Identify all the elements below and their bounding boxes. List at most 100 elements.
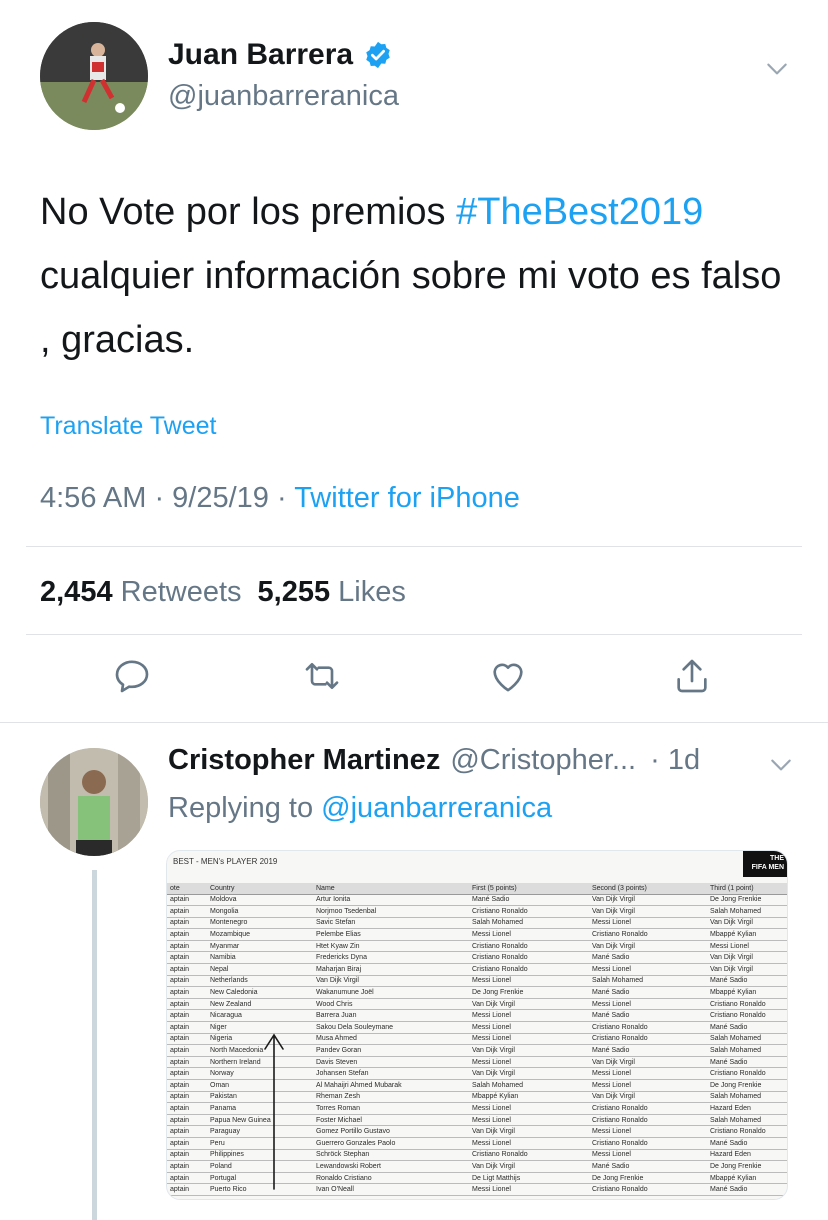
hashtag-link[interactable]: #TheBest2019	[456, 191, 703, 233]
table-row: aptain Mongolia Norjmoo Tsedenbal Cristiano…	[167, 905, 787, 918]
reply-timestamp: · 1d	[650, 744, 701, 776]
table-cell: Mané Sadio	[707, 1183, 787, 1196]
logo-text: THE	[770, 855, 784, 862]
translate-tweet-link[interactable]: Translate Tweet	[40, 412, 216, 441]
table-cell: Van Dijk Virgil	[469, 1067, 589, 1080]
table-cell: Montenegro	[207, 917, 313, 930]
likes-stat[interactable]: 5,255 Likes	[258, 576, 406, 608]
table-row: aptain New Zealand Wood Chris Van Dijk Virg…	[167, 998, 787, 1011]
table-cell: Rheman Zesh	[313, 1091, 469, 1104]
table-cell: Schröck Stephan	[313, 1149, 469, 1162]
column-header: ote	[167, 883, 207, 895]
table-cell: aptain	[167, 1183, 207, 1196]
table-row: aptain Montenegro Savic Stefan Salah Mohame…	[167, 917, 787, 930]
table-cell: Cristiano Ronaldo	[589, 1033, 707, 1046]
table-cell: Van Dijk Virgil	[707, 951, 787, 965]
chevron-down-icon[interactable]	[764, 56, 790, 82]
table-cell: Wood Chris	[313, 998, 469, 1011]
replying-mention-link[interactable]: @juanbarreranica	[321, 792, 552, 824]
table-cell: De Jong Frenkie	[707, 1079, 787, 1092]
table-cell: De Jong Frenkie	[469, 986, 589, 999]
table-cell: aptain	[167, 1172, 207, 1185]
table-cell: aptain	[167, 1114, 207, 1127]
table-cell: Namibia	[207, 951, 313, 965]
table-row: aptain Myanmar Htet Kyaw Zin Cristiano Rona…	[167, 940, 787, 953]
table-cell: Mané Sadio	[707, 1137, 787, 1150]
table-row: aptain New Caledonia Wakanumune Joël De Jon…	[167, 986, 787, 999]
table-cell: Salah Mohamed	[469, 1079, 589, 1092]
table-cell: Van Dijk Virgil	[469, 1125, 589, 1138]
table-cell: Maharjan Biraj	[313, 963, 469, 976]
table-cell: aptain	[167, 940, 207, 953]
table-row: aptain Mozambique Pelembe Elias Messi Lione…	[167, 928, 787, 941]
table-cell: aptain	[167, 1044, 207, 1057]
replying-prefix: Replying to	[168, 792, 322, 824]
table-cell: Cristiano Ronaldo	[469, 963, 589, 976]
table-cell: Van Dijk Virgil	[589, 1091, 707, 1104]
table-cell: aptain	[167, 1137, 207, 1150]
table-cell: Messi Lionel	[589, 917, 707, 930]
reply-author-avatar[interactable]	[40, 748, 148, 856]
table-cell: aptain	[167, 905, 207, 918]
divider	[26, 634, 802, 635]
table-cell: Messi Lionel	[469, 1183, 589, 1196]
table-cell: Messi Lionel	[589, 963, 707, 976]
tweet-source-link[interactable]: Twitter for iPhone	[294, 482, 520, 514]
author-handle[interactable]: @juanbarreranica	[168, 80, 399, 113]
author-name[interactable]: Juan Barrera	[168, 38, 353, 72]
table-cell: Wakanumune Joël	[313, 986, 469, 999]
table-cell: Nepal	[207, 963, 313, 976]
chevron-down-icon[interactable]	[768, 752, 794, 778]
reply-author-handle[interactable]: @Cristopher...	[450, 744, 636, 777]
retweet-icon[interactable]	[298, 652, 346, 700]
like-icon[interactable]	[484, 652, 532, 700]
table-cell: Sakou Dela Souleymane	[313, 1021, 469, 1034]
hand-drawn-arrow	[264, 1033, 284, 1190]
table-cell: Ivan O'Neall	[313, 1183, 469, 1196]
table-cell: Netherlands	[207, 975, 313, 988]
table-cell: Davis Steven	[313, 1056, 469, 1069]
table-cell: Messi Lionel	[469, 1114, 589, 1127]
table-cell: Van Dijk Virgil	[707, 917, 787, 930]
table-cell: aptain	[167, 986, 207, 999]
table-cell: Salah Mohamed	[707, 905, 787, 918]
table-cell: Guerrero Gonzales Paolo	[313, 1137, 469, 1150]
table-cell: aptain	[167, 1102, 207, 1115]
table-cell: aptain	[167, 917, 207, 930]
table-cell: Fredericks Dyna	[313, 951, 469, 965]
table-cell: Cristiano Ronaldo	[469, 951, 589, 965]
table-cell: De Jong Frenkie	[707, 1160, 787, 1173]
table-cell: Pelembe Elias	[313, 928, 469, 941]
share-icon[interactable]	[668, 652, 716, 700]
table-cell: Cristiano Ronaldo	[589, 1114, 707, 1127]
table-cell: aptain	[167, 963, 207, 976]
table-cell: Messi Lionel	[589, 998, 707, 1011]
table-cell: Mbappé Kylian	[707, 928, 787, 941]
table-row: aptain Moldova Artur Ionita Mané Sadio Van D…	[167, 894, 787, 907]
column-header: Country	[207, 883, 313, 895]
thread-line	[92, 870, 97, 1220]
divider	[26, 546, 802, 547]
table-cell: Mané Sadio	[707, 975, 787, 988]
column-header: Second (3 points)	[589, 883, 707, 895]
reply-icon[interactable]	[108, 652, 156, 700]
retweets-stat[interactable]: 2,454 Retweets	[40, 576, 242, 608]
author-avatar[interactable]	[40, 22, 148, 130]
table-cell: aptain	[167, 928, 207, 941]
logo-subtext: FIFA MEN	[751, 864, 784, 871]
table-cell: Mané Sadio	[707, 1056, 787, 1069]
document-title: BEST - MEN's PLAYER 2019	[173, 857, 278, 866]
attached-image[interactable]: BEST - MEN's PLAYER 2019 THE FIFA MEN ote…	[166, 850, 788, 1200]
likes-count: 5,255	[257, 576, 331, 608]
table-cell: aptain	[167, 1091, 207, 1104]
table-cell: Cristiano Ronaldo	[469, 905, 589, 918]
table-cell: aptain	[167, 1067, 207, 1080]
table-row: aptain Nepal Maharjan Biraj Cristiano Ronal…	[167, 963, 787, 976]
tweet-text-end: cualquier información sobre mi voto es f…	[40, 255, 782, 361]
reply-author-name[interactable]: Cristopher Martinez	[168, 744, 440, 777]
table-cell: aptain	[167, 1056, 207, 1069]
table-cell: aptain	[167, 1149, 207, 1162]
table-cell: Messi Lionel	[469, 1056, 589, 1069]
table-cell: Cristiano Ronaldo	[589, 1137, 707, 1150]
table-cell: Salah Mohamed	[707, 1091, 787, 1104]
